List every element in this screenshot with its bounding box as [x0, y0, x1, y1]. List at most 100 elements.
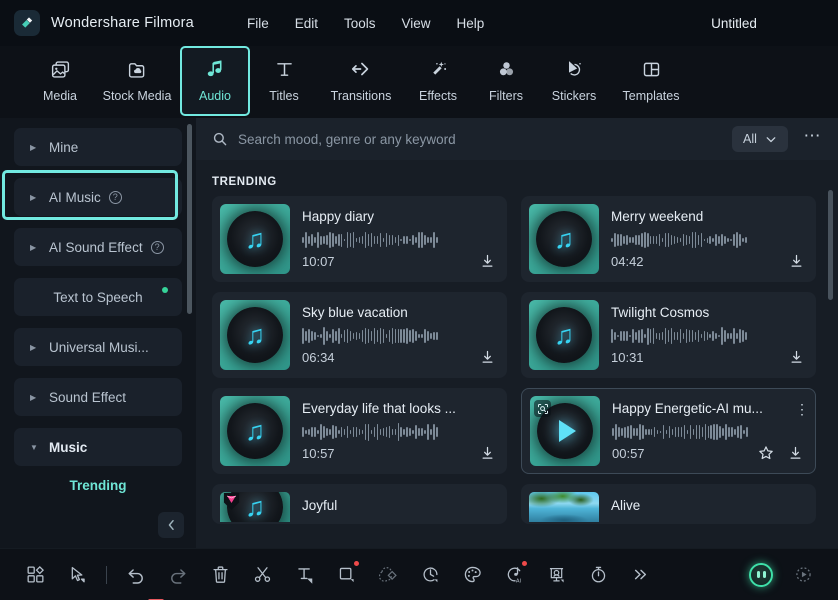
brand-name: Wondershare Filmora — [51, 15, 194, 31]
collapse-sidebar-button[interactable] — [158, 512, 184, 538]
sidebar-item-sound-effect[interactable]: ▶ Sound Effect — [14, 378, 182, 416]
music-card[interactable]: ♫ Joyful — [212, 484, 507, 524]
new-badge-dot — [522, 560, 527, 566]
ai-scan-icon[interactable] — [534, 400, 551, 417]
vinyl-record-icon: ♫ — [227, 211, 283, 267]
sidebar-item-mine[interactable]: ▶ Mine — [14, 128, 182, 166]
sidebar-item-ai-music[interactable]: ▶ AI Music ? — [14, 178, 182, 216]
music-card-footer: 10:07 — [302, 253, 495, 269]
music-card-thumbnail[interactable]: ♫ — [529, 300, 599, 370]
download-icon[interactable] — [480, 445, 495, 461]
music-card-title-row: Twilight Cosmos — [611, 305, 804, 320]
chevron-down-icon: ▼ — [30, 442, 38, 452]
download-icon[interactable] — [480, 349, 495, 365]
music-card-thumbnail[interactable]: ♫ — [220, 204, 290, 274]
more-options-button[interactable]: ⋯ — [798, 126, 829, 152]
music-grid-wrapper: ♫ Happy diary 10:07 ♫ Merry weekend 04:42 ♫ S… — [196, 196, 838, 548]
play-icon[interactable] — [559, 420, 576, 442]
waveform — [611, 231, 804, 249]
music-card-thumbnail[interactable] — [529, 492, 599, 522]
music-card[interactable]: ♫ Happy diary 10:07 — [212, 196, 507, 282]
ai-assistant-button[interactable] — [749, 562, 773, 587]
music-card[interactable]: ♫ Everyday life that looks ... 10:57 — [212, 388, 507, 474]
green-screen-icon[interactable] — [535, 558, 577, 592]
color-palette-icon[interactable] — [451, 558, 493, 592]
stopwatch-icon[interactable] — [577, 558, 619, 592]
tab-filters-label: Filters — [488, 89, 524, 103]
sidebar-item-ai-sound-effect[interactable]: ▶ AI Sound Effect ? — [14, 228, 182, 266]
filter-dropdown[interactable]: All — [731, 126, 788, 152]
music-card[interactable]: Happy Energetic-AI mu... ⋮ 00:57 — [521, 388, 816, 474]
speed-ramp-icon[interactable] — [409, 558, 451, 592]
help-icon[interactable]: ? — [108, 190, 122, 204]
tab-templates[interactable]: Templates — [608, 46, 694, 103]
tab-stock-media[interactable]: Stock Media — [94, 46, 180, 103]
music-card-thumbnail[interactable]: ♫ — [220, 492, 290, 522]
cursor-select-icon[interactable] — [56, 558, 98, 592]
tab-stickers-label: Stickers — [551, 89, 597, 103]
sidebar-item-music[interactable]: ▼ Music — [14, 428, 182, 466]
ai-audio-icon[interactable]: AI — [493, 558, 535, 592]
redo-arrow-icon[interactable] — [157, 558, 199, 592]
scissors-split-icon[interactable] — [241, 558, 283, 592]
download-icon[interactable] — [789, 253, 804, 269]
music-card-thumbnail[interactable] — [530, 396, 600, 466]
tab-filters[interactable]: Filters — [472, 46, 540, 103]
tab-media-label: Media — [42, 89, 78, 103]
music-card-duration: 10:07 — [302, 253, 335, 269]
undo-arrow-icon[interactable] — [115, 558, 157, 592]
card-more-menu-icon[interactable]: ⋮ — [793, 402, 809, 416]
sidebar-subitem-trending[interactable]: Trending — [14, 478, 182, 493]
music-card[interactable]: Alive — [521, 484, 816, 524]
tab-stickers[interactable]: Stickers — [540, 46, 608, 103]
chevron-double-right-icon[interactable] — [619, 558, 661, 592]
document-title-text: Untitled — [711, 15, 757, 31]
vinyl-record-icon: ♫ — [227, 307, 283, 363]
help-icon[interactable]: ? — [150, 240, 164, 254]
ai-orb-icon[interactable] — [740, 558, 782, 592]
music-card-duration: 04:42 — [611, 253, 644, 269]
music-card-actions — [480, 445, 495, 461]
text-tool-icon[interactable] — [283, 558, 325, 592]
grid-shapes-icon[interactable] — [14, 558, 56, 592]
menu-bar: File Edit Tools View Help — [234, 11, 497, 36]
download-icon[interactable] — [789, 349, 804, 365]
music-card-meta: Everyday life that looks ... 10:57 — [302, 396, 499, 466]
sidebar-item-text-to-speech-label: Text to Speech — [53, 289, 143, 305]
sidebar-scrollbar[interactable] — [187, 124, 192, 314]
download-icon[interactable] — [480, 253, 495, 269]
menu-tools[interactable]: Tools — [331, 11, 389, 36]
music-card-thumbnail[interactable]: ♫ — [529, 204, 599, 274]
sidebar-item-universal-music[interactable]: ▶ Universal Musi... — [14, 328, 182, 366]
sidebar-item-text-to-speech[interactable]: Text to Speech — [14, 278, 182, 316]
tab-titles[interactable]: Titles — [250, 46, 318, 103]
search-input[interactable] — [238, 131, 722, 147]
music-card-thumbnail[interactable]: ♫ — [220, 396, 290, 466]
music-card[interactable]: ♫ Twilight Cosmos 10:31 — [521, 292, 816, 378]
menu-help[interactable]: Help — [444, 11, 498, 36]
tab-transitions[interactable]: Transitions — [318, 46, 404, 103]
waveform — [611, 327, 804, 345]
music-note-icon: ♫ — [553, 319, 575, 350]
menu-edit[interactable]: Edit — [282, 11, 331, 36]
music-card[interactable]: ♫ Merry weekend 04:42 — [521, 196, 816, 282]
tab-media[interactable]: Media — [26, 46, 94, 103]
mask-shapes-icon[interactable] — [367, 558, 409, 592]
music-card[interactable]: ♫ Sky blue vacation 06:34 — [212, 292, 507, 378]
menu-view[interactable]: View — [389, 11, 444, 36]
music-card-thumbnail[interactable]: ♫ — [220, 300, 290, 370]
sidebar-item-sound-effect-label: Sound Effect — [49, 389, 127, 405]
music-card-duration: 10:31 — [611, 349, 644, 365]
download-icon[interactable] — [788, 445, 803, 461]
menu-file[interactable]: File — [234, 11, 282, 36]
tab-effects[interactable]: Effects — [404, 46, 472, 103]
crop-tool-icon[interactable] — [325, 558, 367, 592]
trash-icon[interactable] — [199, 558, 241, 592]
music-card-title-row: Everyday life that looks ... — [302, 401, 495, 416]
favorite-star-icon[interactable] — [758, 445, 774, 461]
tab-audio[interactable]: Audio — [180, 46, 250, 116]
sticker-arrow-icon — [562, 57, 586, 81]
render-preview-icon[interactable] — [782, 558, 824, 592]
content-scrollbar[interactable] — [828, 190, 833, 300]
search-bar: All ⋯ — [196, 118, 838, 160]
